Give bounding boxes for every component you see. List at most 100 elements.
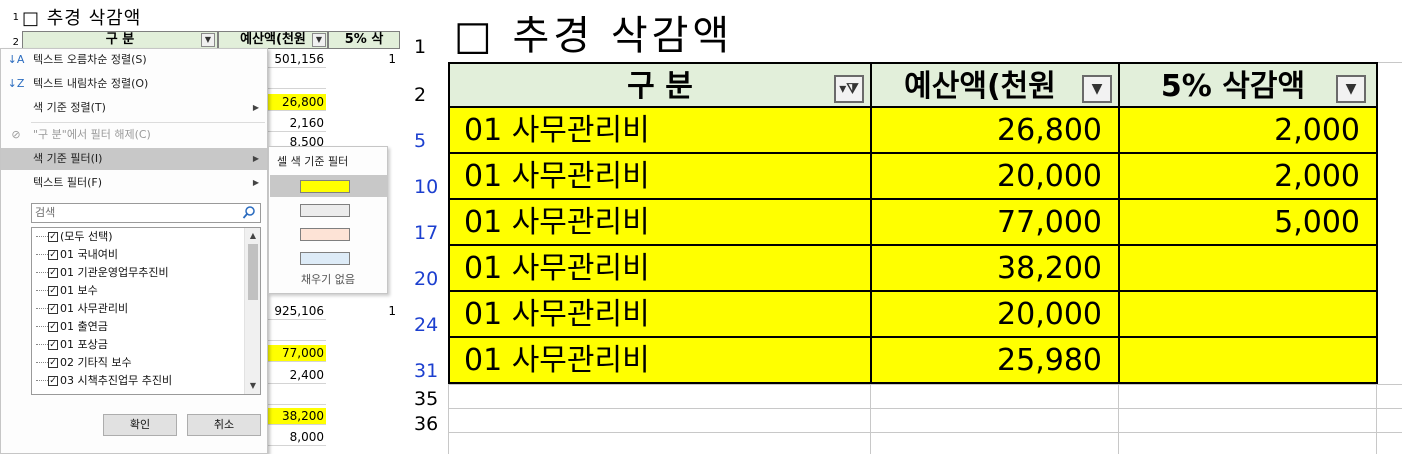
filter-checklist: ✓ (모두 선택) ✓ 01 국내여비 ✓ 01 기관운영업무추진비 ✓ 01 보수 ✓…: [31, 227, 261, 395]
checkbox[interactable]: ✓: [48, 286, 58, 296]
row-header-2: 2: [12, 37, 19, 48]
menu-item-clear-filter[interactable]: ⊘ "구 분"에서 필터 해제(C): [1, 124, 267, 146]
color-swatch: [300, 228, 350, 241]
menu-item-sort-ascending[interactable]: ↓A 텍스트 오름차순 정렬(S): [1, 49, 267, 71]
checklist-item[interactable]: ✓ 01 사무관리비: [36, 300, 128, 318]
sort-ascending-icon: ↓A: [7, 53, 25, 66]
column-header-cut: 5% 삭감액 ▼: [1120, 62, 1378, 108]
checklist-scrollbar[interactable]: ▲ ▼: [244, 228, 260, 394]
checklist-label: 01 포상금: [60, 338, 108, 351]
menu-item-label: 텍스트 필터(F): [33, 176, 103, 189]
cell-cut[interactable]: [1120, 292, 1378, 338]
cell-cut[interactable]: 2,000: [1120, 108, 1378, 154]
checklist-item[interactable]: ✓ 03 시책추진업무 추진비: [36, 372, 172, 390]
checklist-item[interactable]: ✓ 02 기타직 보수: [36, 354, 132, 372]
cell-category[interactable]: 01 사무관리비: [448, 108, 872, 154]
header-label: 5% 삭: [344, 32, 384, 47]
color-option-no-fill[interactable]: 채우기 없음: [269, 271, 387, 287]
cell-budget[interactable]: 20,000: [872, 292, 1120, 338]
checkbox[interactable]: ✓: [48, 376, 58, 386]
column-header-budget: 예산액(천원 ▼: [218, 31, 328, 49]
cell-cut[interactable]: [1120, 338, 1378, 384]
checkbox[interactable]: ✓: [48, 232, 58, 242]
cell-value: 501,156: [268, 51, 326, 68]
tree-line: [36, 264, 48, 273]
scroll-down-icon[interactable]: ▼: [245, 378, 260, 394]
cell-cut[interactable]: 5,000: [1120, 200, 1378, 246]
cell-budget[interactable]: 25,980: [872, 338, 1120, 384]
checklist-item[interactable]: ✓ 01 포상금: [36, 336, 108, 354]
grid-line: [448, 408, 1402, 409]
cell-category[interactable]: 01 사무관리비: [448, 200, 872, 246]
menu-item-label: "구 분"에서 필터 해제(C): [33, 128, 151, 141]
cell-category[interactable]: 01 사무관리비: [448, 292, 872, 338]
menu-item-text-filter[interactable]: 텍스트 필터(F) ▶: [1, 172, 267, 194]
menu-item-sort-descending[interactable]: ↓Z 텍스트 내림차순 정렬(O): [1, 73, 267, 95]
checkbox[interactable]: ✓: [48, 340, 58, 350]
cell-value: 925,106: [268, 303, 326, 320]
sheet-title: □ 추경 삭감액: [454, 10, 733, 62]
column-header-category: 구 분 ▼: [22, 31, 218, 49]
submenu-arrow-icon: ▶: [252, 154, 259, 163]
grid-line: [448, 432, 1402, 433]
cell-cut[interactable]: 2,000: [1120, 154, 1378, 200]
menu-separator: [31, 122, 265, 123]
row-header-filtered: 10: [414, 176, 439, 198]
search-input[interactable]: 검색: [31, 203, 261, 223]
column-header-cut: 5% 삭: [328, 31, 400, 49]
cell-budget[interactable]: 26,800: [872, 108, 1120, 154]
checkbox[interactable]: ✓: [48, 322, 58, 332]
tree-line: [36, 228, 48, 237]
cell-category[interactable]: 01 사무관리비: [448, 338, 872, 384]
cell-value: [268, 72, 326, 89]
checklist-item[interactable]: ✓ 01 기관운영업무추진비: [36, 264, 169, 282]
cell-value: 26,800: [268, 94, 326, 111]
checkbox[interactable]: ✓: [48, 304, 58, 314]
tree-line: [36, 372, 48, 381]
panel-divider: [400, 0, 412, 454]
menu-item-filter-by-color[interactable]: 색 기준 필터(I) ▶: [1, 148, 267, 170]
row-header-1: 1: [12, 12, 19, 23]
cell-cut[interactable]: [1120, 246, 1378, 292]
color-option-light-blue[interactable]: [270, 247, 388, 269]
filter-dropdown-icon[interactable]: ▼: [1336, 75, 1366, 103]
cell-budget[interactable]: 38,200: [872, 246, 1120, 292]
cell-value: 77,000: [268, 345, 326, 362]
checklist-item[interactable]: ✓ 01 출연금: [36, 318, 108, 336]
checkbox[interactable]: ✓: [48, 250, 58, 260]
color-option-peach[interactable]: [270, 223, 388, 245]
tree-line: [36, 318, 48, 327]
ok-button[interactable]: 확인: [103, 414, 177, 436]
cell-value: 1: [388, 304, 396, 318]
cell-value: [268, 324, 326, 341]
checklist-item[interactable]: ✓ (모두 선택): [36, 228, 113, 246]
cell-category[interactable]: 01 사무관리비: [448, 154, 872, 200]
filter-dropdown-icon[interactable]: ▼: [201, 33, 215, 47]
cell-budget[interactable]: 77,000: [872, 200, 1120, 246]
filter-dropdown-icon[interactable]: ▼: [1082, 75, 1112, 103]
cell-category[interactable]: 01 사무관리비: [448, 246, 872, 292]
checklist-label: 02 기타직 보수: [60, 356, 132, 369]
filter-dropdown-icon[interactable]: ▼: [312, 33, 326, 47]
active-filter-icon[interactable]: ▾⧩: [834, 75, 864, 103]
cell-value: [268, 388, 326, 405]
checkbox[interactable]: ✓: [48, 358, 58, 368]
submenu-arrow-icon: ▶: [252, 103, 259, 112]
scroll-up-icon[interactable]: ▲: [245, 228, 260, 244]
row-header-filtered: 31: [414, 360, 439, 382]
color-option-gray[interactable]: [270, 199, 388, 221]
checklist-item[interactable]: ✓ 01 보수: [36, 282, 98, 300]
search-icon: [242, 206, 255, 219]
grid-line: [448, 384, 1402, 385]
tree-line: [36, 336, 48, 345]
cancel-button[interactable]: 취소: [187, 414, 261, 436]
menu-item-sort-by-color[interactable]: 색 기준 정렬(T) ▶: [1, 97, 267, 119]
scrollbar-thumb[interactable]: [248, 244, 258, 300]
autofilter-menu: ↓A 텍스트 오름차순 정렬(S) ↓Z 텍스트 내림차순 정렬(O) 색 기준…: [0, 48, 268, 454]
submenu-title: 셀 색 기준 필터: [277, 155, 349, 168]
checkbox[interactable]: ✓: [48, 268, 58, 278]
menu-item-label: 텍스트 내림차순 정렬(O): [33, 77, 149, 90]
color-option-yellow[interactable]: [270, 175, 388, 197]
cell-budget[interactable]: 20,000: [872, 154, 1120, 200]
checklist-item[interactable]: ✓ 01 국내여비: [36, 246, 118, 264]
